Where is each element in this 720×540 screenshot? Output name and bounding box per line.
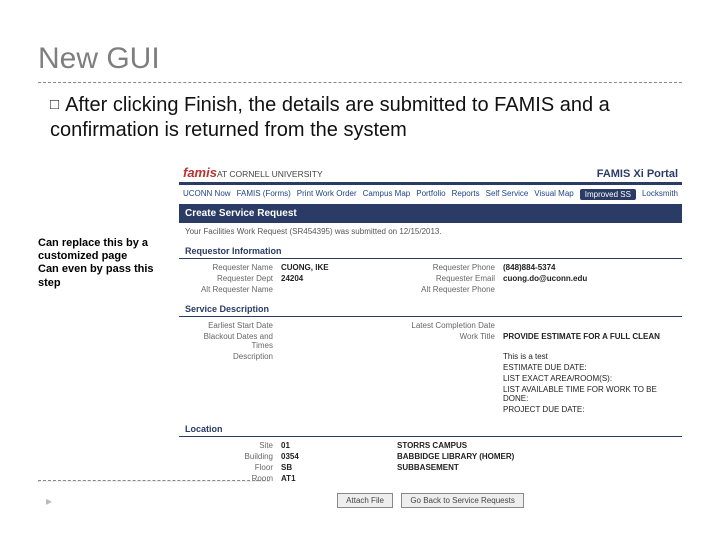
blackout-value xyxy=(281,332,391,350)
desc-line-5: PROJECT DUE DATE: xyxy=(503,405,676,414)
go-back-button[interactable]: Go Back to Service Requests xyxy=(401,493,524,508)
room-value: AT1 xyxy=(281,474,391,483)
tab-campus-map[interactable]: Campus Map xyxy=(363,189,411,200)
famis-screenshot: famisAT CORNELL UNIVERSITY FAMIS Xi Port… xyxy=(179,161,682,514)
tab-visual-map[interactable]: Visual Map xyxy=(534,189,573,200)
req-name-value: CUONG, IKE xyxy=(281,263,391,272)
footer-divider xyxy=(38,480,270,482)
side-note: Can replace this by a customized page Ca… xyxy=(38,161,167,514)
section-location: Location xyxy=(179,420,682,437)
desc-line-4: LIST AVAILABLE TIME FOR WORK TO BE DONE: xyxy=(503,385,676,403)
page-title: New GUI xyxy=(38,42,682,76)
desc-line-2: ESTIMATE DUE DATE: xyxy=(503,363,676,372)
title-divider xyxy=(38,82,682,83)
confirmation-message: Your Facilities Work Request (SR454395) … xyxy=(179,223,682,240)
famis-logo: famis xyxy=(183,165,217,180)
work-title-value: PROVIDE ESTIMATE FOR A FULL CLEAN xyxy=(503,332,676,350)
start-date-label: Earliest Start Date xyxy=(185,321,275,330)
req-dept-label: Requester Dept xyxy=(185,274,275,283)
alt-name-label: Alt Requester Name xyxy=(185,285,275,294)
floor-value: SB xyxy=(281,463,391,472)
tab-locksmith[interactable]: Locksmith xyxy=(642,189,678,200)
bullet-text: □ After clicking Finish, the details are … xyxy=(50,93,682,143)
section-requestor: Requestor Information xyxy=(179,242,682,259)
bullet-prefix: After xyxy=(65,94,107,116)
floor-desc: SUBBASEMENT xyxy=(397,463,676,472)
tab-famis-forms[interactable]: FAMIS (Forms) xyxy=(237,189,291,200)
req-phone-value: (848)884-5374 xyxy=(503,263,676,272)
slide-marker-icon: ▸ xyxy=(46,494,52,508)
site-value: 01 xyxy=(281,441,391,450)
famis-logo-sub: AT CORNELL UNIVERSITY xyxy=(217,169,323,179)
portal-title: FAMIS Xi Portal xyxy=(597,168,678,180)
tab-reports[interactable]: Reports xyxy=(452,189,480,200)
alt-name-value xyxy=(281,285,391,294)
room-desc xyxy=(397,474,676,483)
note-line-2: Can even by pass this step xyxy=(38,263,167,289)
bldg-desc: BABBIDGE LIBRARY (HOMER) xyxy=(397,452,676,461)
nav-tabs: UCONN Now FAMIS (Forms) Print Work Order… xyxy=(179,185,682,204)
tab-print-wo[interactable]: Print Work Order xyxy=(297,189,357,200)
bldg-label: Building xyxy=(185,452,275,461)
alt-phone-value xyxy=(503,285,676,294)
blackout-label: Blackout Dates and Times xyxy=(185,332,275,350)
desc-line-3: LIST EXACT AREA/ROOM(S): xyxy=(503,374,676,383)
req-dept-value: 24204 xyxy=(281,274,391,283)
bullet-rest: clicking Finish, the details are submitt… xyxy=(50,94,610,141)
section-service: Service Description xyxy=(179,300,682,317)
req-name-label: Requester Name xyxy=(185,263,275,272)
req-email-value: cuong.do@uconn.edu xyxy=(503,274,676,283)
req-phone-label: Requester Phone xyxy=(397,263,497,272)
comp-date-value xyxy=(503,321,676,330)
tab-improved-ss[interactable]: Improved SS xyxy=(580,189,636,200)
attach-file-button[interactable]: Attach File xyxy=(337,493,393,508)
description-label: Description xyxy=(185,352,275,361)
bldg-value: 0354 xyxy=(281,452,391,461)
comp-date-label: Latest Completion Date xyxy=(397,321,497,330)
desc-line-1: This is a test xyxy=(503,352,676,361)
tab-self-service[interactable]: Self Service xyxy=(486,189,529,200)
alt-phone-label: Alt Requester Phone xyxy=(397,285,497,294)
site-label: Site xyxy=(185,441,275,450)
bullet-icon: □ xyxy=(50,96,59,113)
tab-uconn-now[interactable]: UCONN Now xyxy=(183,189,231,200)
page-bar: Create Service Request xyxy=(179,204,682,223)
floor-label: Floor xyxy=(185,463,275,472)
note-line-1: Can replace this by a customized page xyxy=(38,237,167,263)
site-desc: STORRS CAMPUS xyxy=(397,441,676,450)
req-email-label: Requester Email xyxy=(397,274,497,283)
start-date-value xyxy=(281,321,391,330)
work-title-label: Work Title xyxy=(397,332,497,350)
tab-portfolio[interactable]: Portfolio xyxy=(416,189,445,200)
